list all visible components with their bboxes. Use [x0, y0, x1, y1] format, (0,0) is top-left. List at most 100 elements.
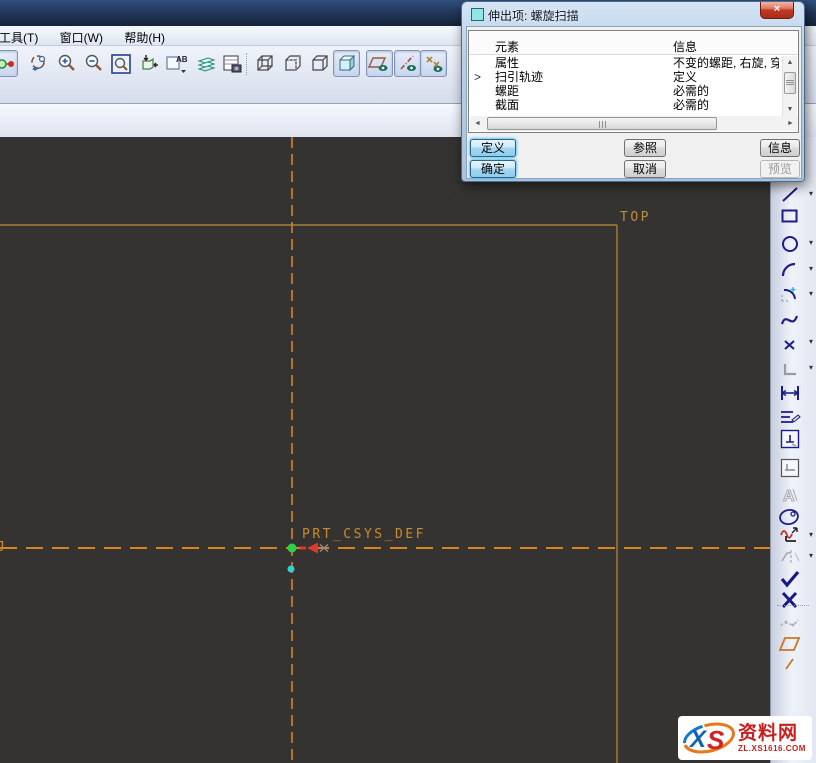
svg-text:X: X — [688, 726, 708, 753]
wireframe-icon — [254, 53, 276, 75]
orient-mode-button[interactable] — [25, 50, 52, 77]
horizontal-scroll-thumb[interactable] — [487, 117, 717, 130]
datum-plane-display-button[interactable] — [366, 50, 393, 77]
element-table: 元素 信息 属性 不变的螺距, 右旋, 穿 > 扫引轨迹 定义 螺距 必需的 — [468, 30, 799, 133]
watermark-name: 资料网 — [738, 724, 806, 744]
zoom-refit-button[interactable] — [107, 50, 134, 77]
rectangle-tool-button[interactable] — [776, 205, 804, 227]
spin-center-button[interactable] — [0, 50, 18, 77]
zoom-out-button[interactable] — [80, 50, 107, 77]
mirror-dropdown-arrow[interactable]: ▾ — [806, 551, 816, 560]
table-row[interactable]: > 扫引轨迹 定义 — [469, 70, 782, 84]
cancel-button[interactable]: 取消 — [624, 160, 666, 178]
dimension-icon — [779, 383, 801, 403]
layers-icon — [195, 53, 217, 75]
arc-tool-button[interactable] — [776, 259, 804, 281]
accept-button[interactable] — [776, 567, 804, 589]
table-row[interactable]: 螺距 必需的 — [469, 84, 782, 98]
no-hidden-icon — [309, 53, 331, 75]
circle-dropdown-arrow[interactable]: ▾ — [806, 238, 816, 247]
column-header-element: 元素 — [495, 38, 519, 55]
scroll-up-arrow[interactable]: ▲ — [784, 57, 796, 69]
text-tool-button[interactable]: A — [776, 484, 804, 506]
column-header-info: 信息 — [673, 38, 697, 55]
trim-dropdown-arrow[interactable]: ▾ — [806, 530, 816, 539]
line-tool-button[interactable] — [776, 184, 804, 206]
graphics-viewport[interactable]: TOP PRT_CSYS_DEF J — [0, 137, 770, 763]
current-row-marker: > — [474, 70, 481, 84]
sketch-orient-button[interactable] — [776, 612, 804, 634]
watermark-url: ZL.XS1616.COM — [738, 744, 806, 753]
edge-label: J — [0, 540, 7, 555]
view-manager-button[interactable] — [218, 50, 245, 77]
circle-icon — [779, 234, 801, 254]
origin-point-marker — [288, 544, 297, 553]
fillet-icon — [778, 284, 802, 306]
vertical-scroll-thumb[interactable] — [784, 72, 796, 94]
datum-plane-display-icon — [368, 53, 392, 75]
datum-point-display-button[interactable] — [420, 50, 447, 77]
vertical-scrollbar[interactable]: ▲ ▼ — [782, 56, 797, 117]
reference-button[interactable]: 参照 — [624, 139, 666, 157]
datum-axis-display-button[interactable] — [394, 50, 421, 77]
no-hidden-button[interactable] — [306, 50, 333, 77]
horizontal-scrollbar[interactable]: ◄ ► — [470, 116, 798, 131]
dimension-tool-button[interactable] — [776, 382, 804, 404]
sketch-plane-button[interactable] — [776, 633, 804, 655]
line-dropdown-arrow[interactable]: ▾ — [806, 189, 816, 198]
cancel-sketch-button[interactable] — [776, 589, 804, 611]
svg-text:AB: AB — [176, 55, 188, 64]
sketcher-toolbar-separator — [777, 605, 809, 606]
spline-tool-button[interactable] — [776, 309, 804, 331]
point-dropdown-arrow[interactable]: ▾ — [806, 337, 816, 346]
menu-window[interactable]: 窗口(W) — [51, 26, 112, 46]
slash-icon — [782, 657, 798, 671]
zoom-refit-icon — [110, 53, 132, 75]
trim-tool-button[interactable] — [776, 525, 804, 547]
rename-button[interactable]: AB — [163, 50, 190, 77]
toolbar-group-separator — [246, 53, 247, 75]
sketch-orient-icon — [778, 613, 802, 633]
arc-icon — [779, 260, 801, 280]
arc-dropdown-arrow[interactable]: ▾ — [806, 264, 816, 273]
csys-tool-button[interactable] — [776, 358, 804, 380]
table-row[interactable]: 属性 不变的螺距, 右旋, 穿 — [469, 56, 782, 70]
orient-mode-icon — [28, 53, 50, 75]
hidden-line-button[interactable] — [279, 50, 306, 77]
zoom-in-button[interactable] — [53, 50, 80, 77]
partial-tool-button[interactable] — [776, 653, 804, 675]
menu-tools[interactable]: 工具(T) — [0, 26, 47, 46]
sketch-plane-icon — [778, 634, 802, 654]
info-button[interactable]: 信息 — [760, 139, 800, 157]
scroll-right-arrow[interactable]: ► — [784, 117, 797, 130]
layers-button[interactable] — [192, 50, 219, 77]
start-point-marker — [288, 566, 295, 573]
fillet-tool-button[interactable] — [776, 284, 804, 306]
csys-dropdown-arrow[interactable]: ▾ — [806, 363, 816, 372]
csys-label: PRT_CSYS_DEF — [302, 527, 426, 542]
shaded-button[interactable] — [333, 50, 360, 77]
rename-icon: AB — [165, 53, 189, 75]
define-button[interactable]: 定义 — [470, 139, 516, 157]
dialog-close-button[interactable]: × — [760, 2, 794, 19]
menu-help[interactable]: 帮助(H) — [115, 26, 174, 46]
table-row[interactable]: 截面 必需的 — [469, 98, 782, 112]
rectangle-icon — [779, 206, 801, 226]
modify-dimension-tool-button[interactable] — [776, 406, 804, 428]
scroll-down-arrow[interactable]: ▼ — [784, 104, 796, 116]
specify-references-tool-button[interactable] — [776, 457, 804, 479]
repaint-button[interactable] — [134, 50, 161, 77]
sketch-setup-tool-button[interactable] — [776, 428, 804, 450]
coordinate-system-icon — [780, 360, 800, 378]
ok-button[interactable]: 确定 — [470, 160, 516, 178]
dialog-title: 伸出项: 螺旋扫描 — [488, 7, 579, 24]
scroll-left-arrow[interactable]: ◄ — [471, 117, 484, 130]
axis-tick-marker — [300, 547, 306, 550]
wireframe-button[interactable] — [251, 50, 278, 77]
point-tool-button[interactable] — [776, 334, 804, 356]
zoom-out-icon — [83, 53, 105, 75]
fillet-dropdown-arrow[interactable]: ▾ — [806, 289, 816, 298]
accept-check-icon — [778, 568, 802, 588]
mirror-tool-button[interactable] — [776, 546, 804, 568]
circle-tool-button[interactable] — [776, 233, 804, 255]
